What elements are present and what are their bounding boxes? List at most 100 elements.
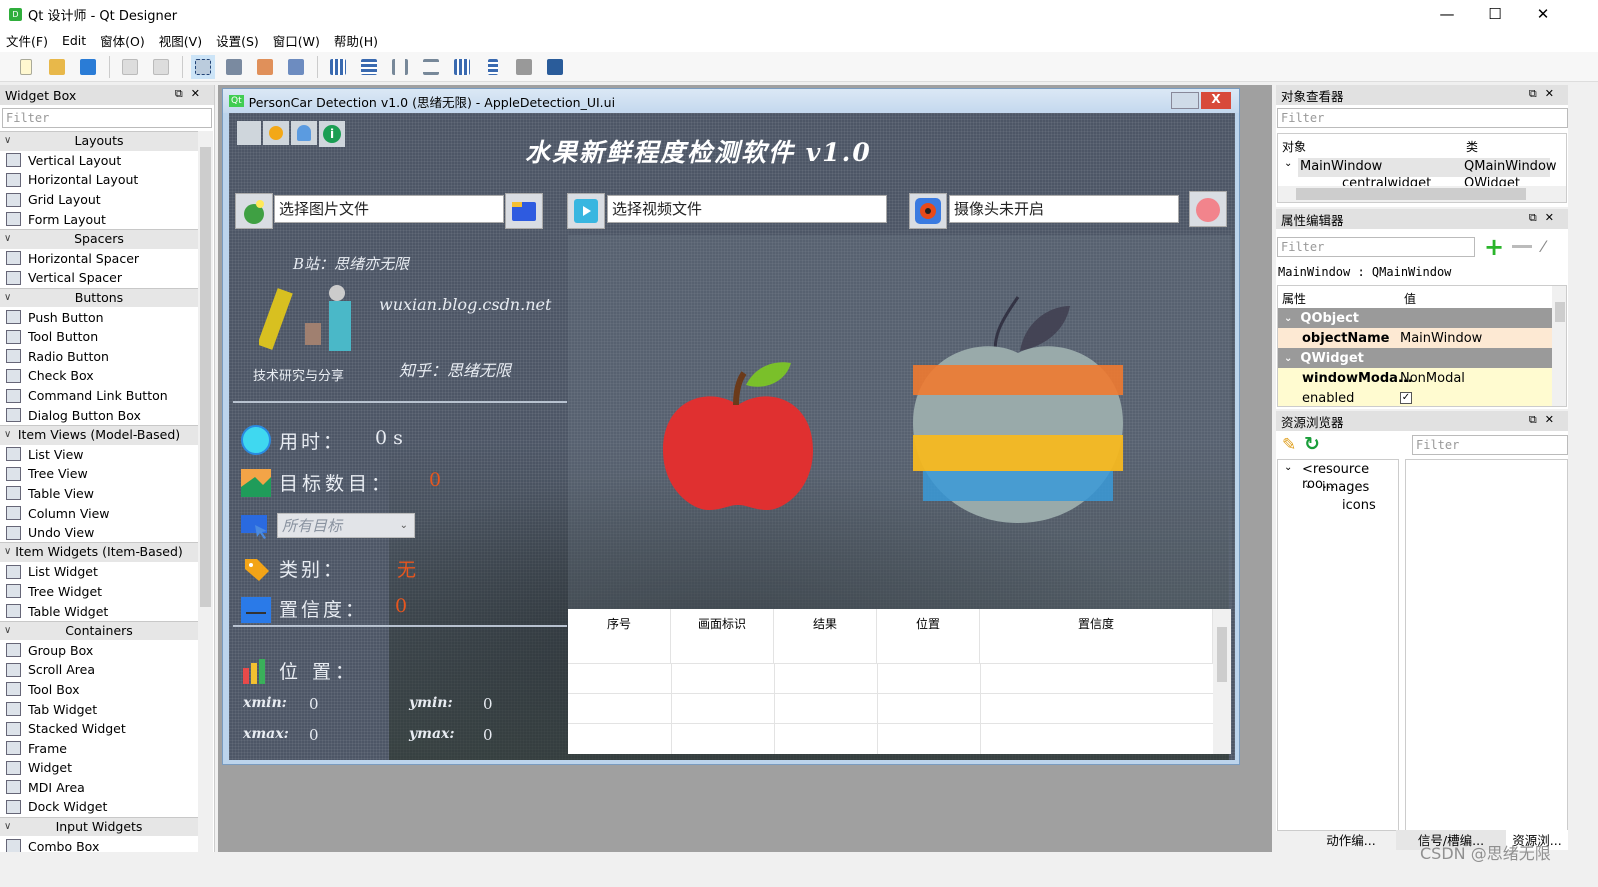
widget-item[interactable]: Tree View (0, 464, 198, 484)
widget-item[interactable]: Widget (0, 758, 198, 778)
table-header-frame[interactable]: 画面标识 (671, 609, 774, 663)
widget-item[interactable]: Group Box (0, 640, 198, 660)
table-row[interactable] (568, 723, 1213, 724)
property-row[interactable]: windowModa... NonModal (1278, 368, 1552, 388)
menu-form[interactable]: 窗体(O) (100, 31, 145, 50)
edit-tab-order-icon[interactable] (284, 55, 308, 79)
exit-button[interactable] (1189, 191, 1227, 227)
object-filter-input[interactable]: Filter (1277, 108, 1568, 128)
form-minimize-button[interactable] (1171, 92, 1199, 109)
paste-icon[interactable] (149, 55, 173, 79)
video-path-field[interactable]: 选择视频文件 (607, 195, 887, 223)
widget-category[interactable]: Spacers (0, 228, 198, 249)
widget-item[interactable]: Horizontal Layout (0, 170, 198, 190)
widget-item[interactable]: Push Button (0, 307, 198, 327)
widget-item[interactable]: Form Layout (0, 209, 198, 229)
widget-item[interactable]: Combo Box (0, 836, 198, 852)
close-button[interactable]: ✕ (1520, 0, 1566, 28)
table-header-position[interactable]: 位置 (877, 609, 980, 663)
widget-item[interactable]: List Widget (0, 562, 198, 582)
layout-v-splitter-icon[interactable] (419, 55, 443, 79)
widget-filter-input[interactable]: Filter (2, 108, 212, 128)
widget-item[interactable]: Dock Widget (0, 797, 198, 817)
widget-item[interactable]: Command Link Button (0, 386, 198, 406)
widget-item[interactable]: Check Box (0, 366, 198, 386)
reload-icon[interactable]: ↻ (1304, 433, 1320, 455)
widget-category[interactable]: Item Views (Model-Based) (0, 424, 198, 445)
edit-widgets-icon[interactable] (191, 54, 215, 79)
open-image-folder-button[interactable] (505, 193, 543, 229)
layout-horizontal-icon[interactable] (326, 55, 350, 79)
dock-float-close-icons[interactable]: ⧉✕ (1529, 87, 1562, 101)
edit-signals-icon[interactable] (222, 55, 246, 79)
menu-edit[interactable]: Edit (62, 33, 86, 48)
camera-button[interactable] (909, 193, 947, 229)
video-select-button[interactable] (567, 193, 605, 229)
maximize-button[interactable]: ☐ (1472, 0, 1518, 28)
tree-item[interactable]: images (1322, 480, 1369, 495)
widget-item[interactable]: Tool Box (0, 680, 198, 700)
dock-float-close-icons[interactable]: ⧉✕ (1529, 413, 1562, 427)
settings-icon[interactable] (263, 121, 289, 145)
widget-item[interactable]: Table Widget (0, 601, 198, 621)
property-filter-input[interactable]: Filter (1277, 237, 1475, 257)
table-header-index[interactable]: 序号 (568, 609, 671, 663)
table-header-confidence[interactable]: 置信度 (980, 609, 1213, 663)
widget-item[interactable]: MDI Area (0, 778, 198, 798)
menu-view[interactable]: 视图(V) (159, 31, 202, 50)
property-group-qwidget[interactable]: ⌄ QWidget (1278, 348, 1552, 368)
resource-filter-input[interactable]: Filter (1412, 435, 1568, 455)
h-scrollbar[interactable] (1278, 186, 1566, 202)
dock-float-close-icons[interactable]: ⧉✕ (1529, 211, 1562, 225)
widget-box-scrollbar[interactable] (198, 131, 213, 852)
widget-item[interactable]: Column View (0, 503, 198, 523)
edit-resources-icon[interactable]: ✎ (1282, 435, 1296, 455)
widget-item[interactable]: Tool Button (0, 327, 198, 347)
tab-action-editor[interactable]: 动作编... (1306, 830, 1396, 850)
image-select-icon[interactable] (235, 193, 273, 229)
tree-item[interactable]: icons (1342, 498, 1376, 513)
target-select-dropdown[interactable]: 所有目标 ⌄ (277, 513, 415, 538)
widget-category[interactable]: Containers (0, 620, 198, 641)
widget-item[interactable]: Undo View (0, 523, 198, 543)
dock-float-close-icons[interactable]: ⧉✕ (175, 87, 208, 101)
widget-item[interactable]: Vertical Layout (0, 151, 198, 171)
image-path-field[interactable]: 选择图片文件 (274, 195, 504, 223)
open-folder-icon[interactable] (45, 55, 69, 79)
menu-settings[interactable]: 设置(S) (216, 31, 259, 50)
layout-h-splitter-icon[interactable] (388, 55, 412, 79)
add-property-icon[interactable]: + (1484, 233, 1504, 261)
enabled-checkbox[interactable]: ✓ (1400, 392, 1412, 404)
widget-item[interactable]: Grid Layout (0, 190, 198, 210)
widget-category[interactable]: Item Widgets (Item-Based) (0, 542, 198, 563)
table-scrollbar[interactable] (1213, 609, 1231, 754)
property-row[interactable]: objectName MainWindow (1278, 328, 1552, 348)
user-icon[interactable] (291, 121, 317, 145)
widget-item[interactable]: Vertical Spacer (0, 268, 198, 288)
widget-item[interactable]: Horizontal Spacer (0, 249, 198, 269)
menu-window[interactable]: 窗口(W) (273, 31, 320, 50)
camera-status-field[interactable]: 摄像头未开启 (949, 195, 1179, 223)
copy-icon[interactable] (118, 55, 142, 79)
new-file-icon[interactable] (14, 55, 38, 79)
widget-item[interactable]: Dialog Button Box (0, 405, 198, 425)
table-header-result[interactable]: 结果 (774, 609, 877, 663)
remove-property-icon[interactable] (1512, 245, 1532, 248)
widget-item[interactable]: Stacked Widget (0, 719, 198, 739)
layout-form-icon[interactable] (481, 55, 505, 79)
property-scrollbar[interactable] (1552, 286, 1566, 406)
layout-grid-icon[interactable] (450, 55, 474, 79)
form-close-button[interactable]: X (1201, 92, 1231, 109)
minimize-button[interactable]: — (1424, 0, 1470, 28)
configure-icon[interactable]: ⁄ (1542, 237, 1545, 256)
edit-buddies-icon[interactable] (253, 55, 277, 79)
widget-item[interactable]: Tab Widget (0, 699, 198, 719)
info-icon[interactable]: i (319, 121, 345, 147)
widget-item[interactable]: Table View (0, 484, 198, 504)
property-row[interactable]: enabled ✓ (1278, 388, 1552, 406)
widget-item[interactable]: List View (0, 445, 198, 465)
widget-category[interactable]: Layouts (0, 131, 198, 151)
break-layout-icon[interactable] (512, 55, 536, 79)
widget-item[interactable]: Radio Button (0, 347, 198, 367)
widget-item[interactable]: Frame (0, 738, 198, 758)
